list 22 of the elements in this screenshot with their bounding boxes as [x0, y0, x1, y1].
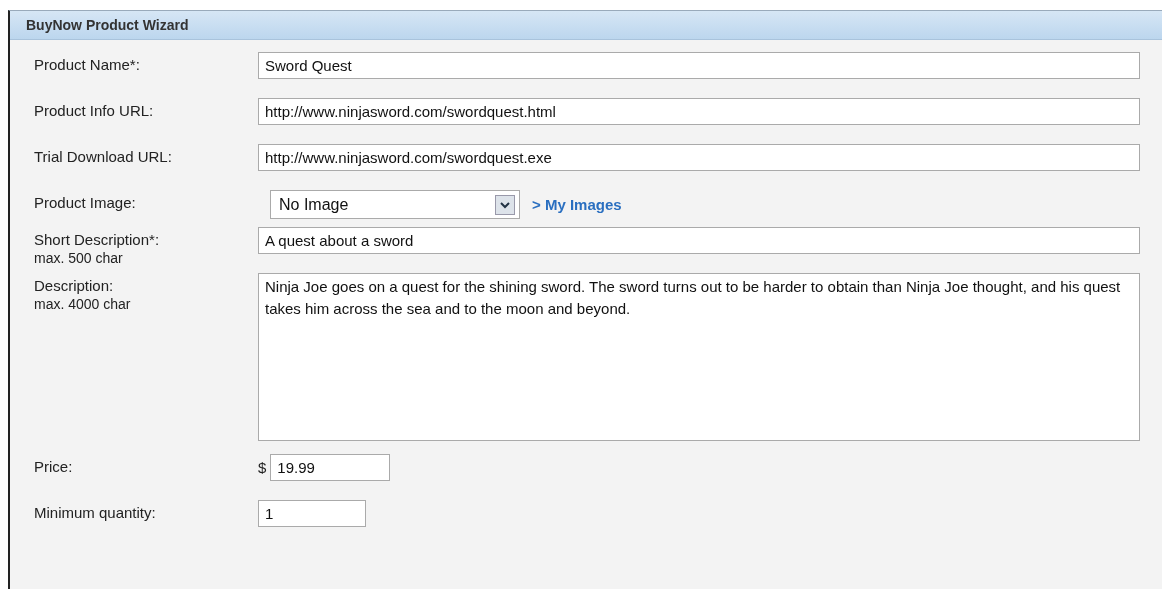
field-label: Trial Download URL: [34, 147, 173, 166]
field-label: Product Info URL: [34, 101, 155, 120]
description-field[interactable]: Ninja Joe goes on a quest for the shining sword. The sword turns out to be harder to obtain than Ninja Joe thought, and his quest takes him across the sea and to the moon and beyond. [258, 273, 1140, 441]
field-label: Description: [34, 276, 115, 295]
field-hint: max. 500 char [34, 249, 124, 267]
field-hint: max. 4000 char [34, 295, 132, 313]
text-field[interactable]: A quest about a sword [258, 227, 1140, 254]
quantity-field[interactable]: 1 [258, 500, 366, 527]
image-dropdown[interactable]: No Image [270, 190, 520, 219]
my-images-link[interactable]: > My Images [532, 196, 622, 213]
field-label: Short Description*: [34, 230, 161, 249]
text-field[interactable]: http://www.ninjasword.com/swordquest.html [258, 98, 1140, 125]
currency-symbol: $ [258, 459, 267, 476]
text-field[interactable]: Sword Quest [258, 52, 1140, 79]
caret-icon [495, 194, 515, 215]
field-label: Minimum quantity: [34, 503, 157, 522]
panel-title: BuyNow Product Wizard [26, 17, 189, 33]
field-label: Product Name*: [34, 55, 141, 74]
field-label: Price: [34, 457, 74, 476]
text-field[interactable]: http://www.ninjasword.com/swordquest.exe [258, 144, 1140, 171]
price-field[interactable]: 19.99 [270, 454, 391, 481]
field-label: Product Image: [34, 193, 137, 212]
